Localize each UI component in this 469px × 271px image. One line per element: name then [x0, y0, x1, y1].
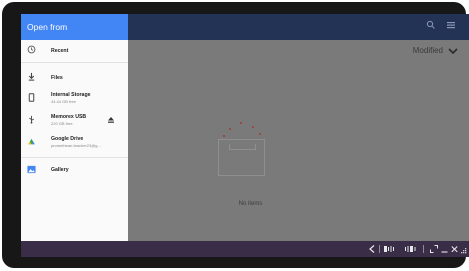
nav-item-google-drive[interactable]: Google Drive promethean.teacher23@g... [21, 132, 128, 152]
clock-icon [27, 45, 36, 54]
back-icon[interactable] [369, 245, 375, 253]
chevron-down-icon[interactable] [447, 45, 459, 57]
dialog-title: Open from [27, 22, 68, 32]
whiteboard-icon[interactable] [405, 245, 418, 253]
search-icon[interactable] [425, 20, 437, 32]
main-area: Modified No items [128, 14, 469, 241]
storage-free-text: 220 GB free [51, 121, 73, 126]
resize-grip-icon[interactable] [461, 248, 467, 256]
drawer-header: Open from [21, 14, 128, 40]
minimize-icon[interactable] [441, 245, 448, 253]
sparkle-icon [229, 128, 231, 130]
sparkle-icon [259, 133, 261, 135]
phone-icon [28, 93, 35, 102]
close-icon[interactable] [451, 245, 458, 253]
nav-item-label: Files [51, 75, 63, 81]
view-menu-icon[interactable] [445, 20, 457, 32]
empty-folder-illustration [218, 139, 265, 176]
expand-icon[interactable] [430, 245, 438, 253]
nav-item-recent[interactable]: Recent [21, 42, 128, 58]
nav-item-usb[interactable]: Memorex USB 220 GB free [21, 110, 128, 130]
gallery-icon [27, 165, 36, 174]
sparkle-icon [240, 122, 242, 124]
nav-item-label: Internal Storage [51, 92, 91, 98]
navigation-drawer: Open from Recent Files Internal Storage … [21, 14, 128, 241]
drive-icon [28, 138, 35, 145]
download-icon [28, 72, 35, 81]
nav-item-gallery[interactable]: Gallery [21, 162, 128, 178]
nav-item-label: Memorex USB [51, 114, 87, 120]
sparkle-icon [223, 135, 225, 137]
sparkle-icon [252, 126, 254, 128]
system-shelf [21, 241, 469, 257]
pen-tool-icon[interactable] [384, 245, 397, 253]
usb-icon [29, 115, 34, 124]
eject-icon[interactable] [107, 116, 115, 124]
screen: Modified No items Open from Recent Files… [21, 14, 469, 257]
divider [21, 62, 128, 63]
main-header [128, 14, 469, 40]
nav-item-internal-storage[interactable]: Internal Storage 44.44 GB free [21, 88, 128, 108]
nav-item-files[interactable]: Files [21, 69, 128, 85]
nav-item-label: Gallery [51, 167, 69, 173]
nav-item-label: Google Drive [51, 136, 84, 142]
sort-label[interactable]: Modified [413, 46, 443, 55]
nav-item-label: Recent [51, 48, 69, 54]
storage-free-text: 44.44 GB free [51, 99, 76, 104]
empty-folder-lid [229, 144, 256, 150]
divider [21, 157, 128, 158]
account-email-text: promethean.teacher23@g... [51, 143, 101, 148]
shelf-divider [379, 245, 380, 253]
shelf-divider [423, 245, 424, 253]
empty-message: No items [238, 201, 263, 207]
sort-bar: Modified [128, 40, 469, 62]
